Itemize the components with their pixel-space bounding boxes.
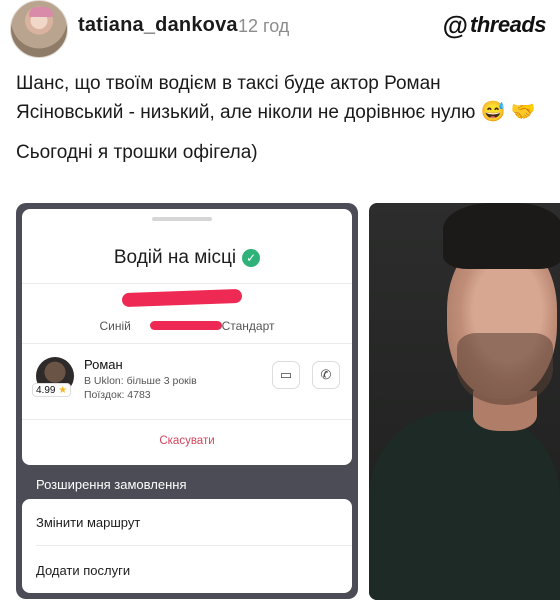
post-paragraph-2: Сьогодні я трошки офігела): [16, 142, 258, 163]
divider: [36, 545, 352, 546]
post-paragraph-1: Шанс, що твоїм водієм в таксі буде актор…: [16, 73, 536, 123]
app-screenshot: Водій на місці ✓ Синій Стандарт 4.99 ★ Ро…: [16, 203, 358, 599]
divider: [22, 419, 352, 420]
divider: [22, 343, 352, 344]
threads-logo: @ threads: [442, 10, 547, 40]
driver-sheet: Водій на місці ✓ Синій Стандарт 4.99 ★ Ро…: [22, 209, 352, 465]
driver-experience: В Uklon: більше 3 років: [84, 375, 197, 387]
phone-chat-icon[interactable]: ✆: [312, 361, 340, 389]
post-time: 12 год: [238, 16, 290, 36]
star-icon: ★: [58, 385, 68, 396]
threads-logo-icon: @: [442, 10, 469, 40]
post-header: tatiana_dankova 12 год @ threads: [0, 0, 560, 58]
redaction-mark: [150, 321, 222, 330]
divider: [22, 283, 352, 284]
sweat-smile-emoji-icon: 😅: [480, 101, 506, 123]
actor-photo: [369, 203, 560, 600]
extensions-label: Розширення замовлення: [36, 477, 187, 492]
cup-icon[interactable]: ▭: [272, 361, 300, 389]
cancel-button[interactable]: Скасувати: [22, 435, 352, 447]
extensions-menu: Змінити маршрут Додати послуги: [22, 499, 352, 593]
driver-name: Роман: [84, 357, 123, 372]
driver-status-title: Водій на місці ✓: [22, 247, 352, 269]
add-services-item[interactable]: Додати послуги: [36, 563, 130, 578]
username[interactable]: tatiana_dankova: [78, 14, 238, 37]
driver-trips: Поїздок: 4783: [84, 389, 151, 401]
avatar[interactable]: [10, 0, 68, 58]
redaction-mark: [121, 288, 243, 308]
sheet-grabber[interactable]: [152, 217, 212, 221]
driver-rating: 4.99 ★: [32, 383, 72, 397]
verified-check-icon: ✓: [242, 248, 261, 267]
handshake-emoji-icon: 🤝: [510, 101, 536, 123]
post-body: Шанс, що твоїм водієм в таксі буде актор…: [16, 70, 546, 179]
threads-wordmark: threads: [470, 12, 546, 37]
change-route-item[interactable]: Змінити маршрут: [36, 515, 140, 530]
